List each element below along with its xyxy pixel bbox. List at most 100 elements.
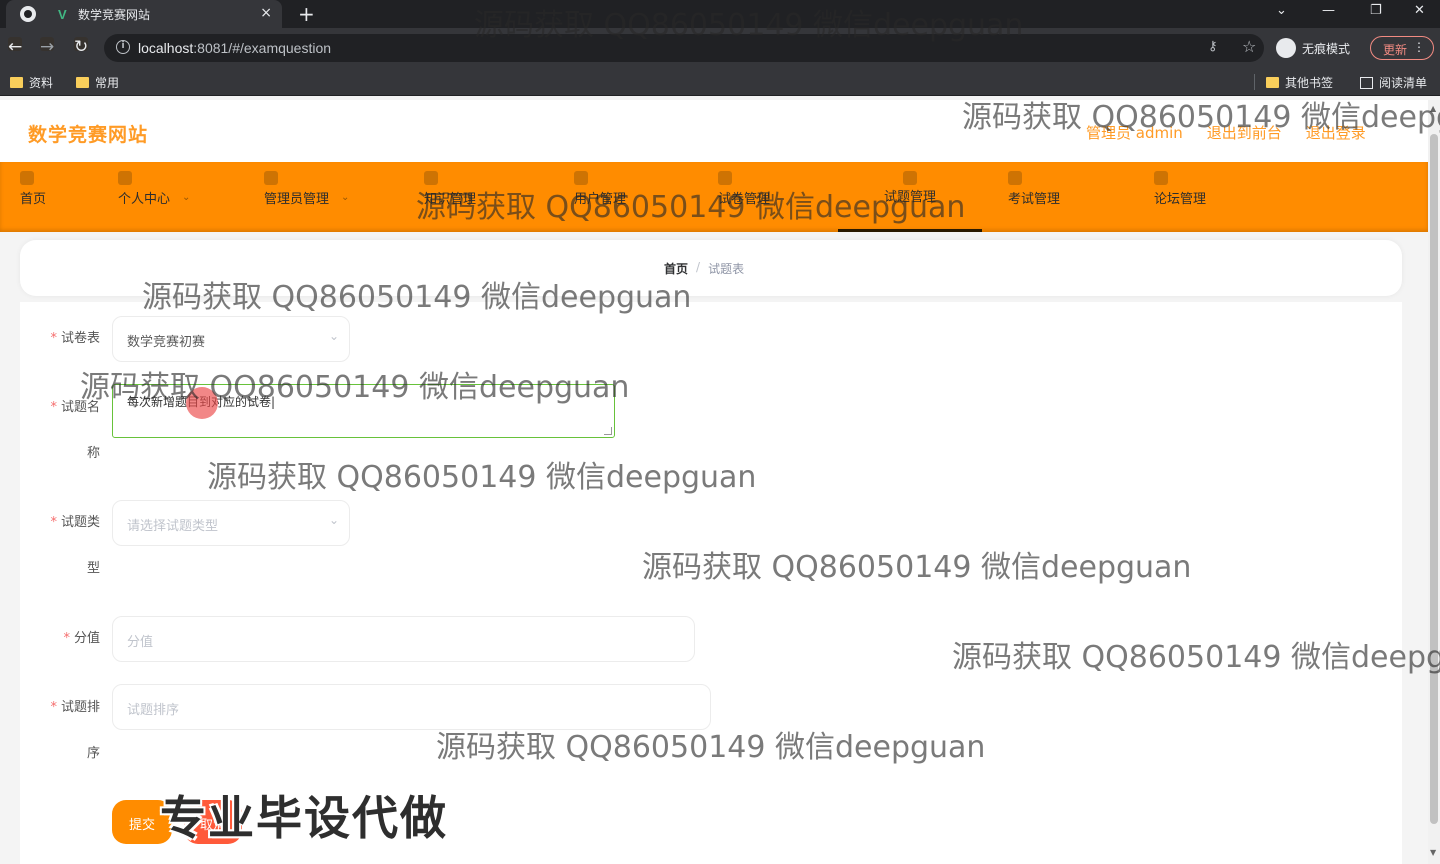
reading-list[interactable]: 阅读清单 <box>1360 74 1427 91</box>
breadcrumb-current: 试题表 <box>708 262 745 276</box>
nav-item-profile[interactable]: 个人中心 ⌄ <box>118 162 190 232</box>
browser-logo-icon <box>20 6 36 22</box>
scroll-thumb[interactable] <box>1430 134 1438 824</box>
other-bookmarks-label: 其他书签 <box>1285 76 1334 90</box>
tab-search-icon[interactable]: ⌄ <box>1276 3 1287 18</box>
paper-select[interactable]: 数学竞赛初赛 ⌄ <box>112 316 350 362</box>
nav-item-knowledge[interactable]: 知识管理 <box>424 162 476 232</box>
paper-label: * 试卷表 <box>50 331 100 346</box>
chevron-down-icon: ⌄ <box>182 191 191 203</box>
nav-item-papers[interactable]: 试卷管理 <box>718 162 770 232</box>
incognito-label: 无痕模式 <box>1302 41 1351 56</box>
site-header: 数学竞赛网站 管理员 admin 退出到前台 退出登录 <box>0 100 1428 162</box>
nav-label: 试卷管理 <box>718 191 771 207</box>
breadcrumb-separator: / <box>696 260 701 274</box>
nav-label: 用户管理 <box>574 191 627 207</box>
main-nav: 首页 个人中心 ⌄ 管理员管理 ⌄ 知识管理 用户管理 试卷管理 试题管理 考试… <box>0 162 1428 232</box>
update-button[interactable]: 更新 ⋮ <box>1370 36 1434 60</box>
restore-icon[interactable]: ❐ <box>1370 3 1382 18</box>
tab-close-icon[interactable]: × <box>260 5 272 21</box>
forward-icon[interactable]: → <box>40 37 54 57</box>
question-name-label: * 试题名 <box>50 400 100 415</box>
question-icon <box>903 171 917 185</box>
admin-user-label: 管理员 admin <box>1086 124 1183 142</box>
nav-item-users[interactable]: 用户管理 <box>574 162 626 232</box>
nav-item-home[interactable]: 首页 <box>20 162 46 232</box>
question-type-label: * 试题类 <box>50 515 100 530</box>
scroll-up-icon[interactable]: ▲ <box>1430 104 1436 113</box>
order-input[interactable]: 试题排序 <box>112 684 711 730</box>
paper-icon <box>718 171 732 185</box>
bookmark-divider <box>1254 74 1255 90</box>
breadcrumb-home[interactable]: 首页 <box>664 260 688 277</box>
nav-item-exams[interactable]: 考试管理 <box>1008 162 1060 232</box>
site-info-icon[interactable]: i <box>116 40 130 54</box>
nav-item-questions[interactable]: 试题管理 <box>838 162 982 232</box>
browser-tab[interactable]: V 数学竞赛网站 × <box>6 0 282 28</box>
url-field[interactable]: i localhost:8081/#/examquestion ⚷ ☆ <box>104 34 1264 62</box>
nav-label: 首页 <box>20 191 47 207</box>
admin-icon <box>264 171 278 185</box>
incognito-indicator[interactable]: 无痕模式 <box>1276 38 1350 58</box>
header-links: 管理员 admin 退出到前台 退出登录 <box>1086 122 1366 143</box>
order-label: * 试题排 <box>50 700 100 715</box>
question-type-placeholder: 请选择试题类型 <box>127 519 219 534</box>
bookmark-star-icon[interactable]: ☆ <box>1242 37 1256 56</box>
promo-banner-text: 专业毕设代做 <box>160 791 448 845</box>
url-text: localhost:8081/#/examquestion <box>138 40 332 56</box>
score-placeholder: 分值 <box>127 635 154 650</box>
user-icon <box>118 171 132 185</box>
chevron-down-icon: ⌄ <box>328 513 339 527</box>
to-front-link[interactable]: 退出到前台 <box>1207 122 1282 143</box>
folder-icon <box>1266 77 1279 88</box>
address-bar: ← → ↻ i localhost:8081/#/examquestion ⚷ … <box>0 28 1440 68</box>
score-input[interactable]: 分值 <box>112 616 695 662</box>
users-icon <box>574 171 588 185</box>
question-name-label-line2: 称 <box>86 446 100 461</box>
chevron-down-icon: ⌄ <box>328 329 339 343</box>
back-icon[interactable]: ← <box>8 37 22 57</box>
bookmark-folder-ziliao[interactable]: 资料 <box>10 74 53 91</box>
other-bookmarks[interactable]: 其他书签 <box>1266 74 1333 91</box>
close-window-icon[interactable]: ✕ <box>1414 3 1425 18</box>
folder-icon <box>76 77 89 88</box>
bookmarks-bar: 资料 常用 其他书签 阅读清单 <box>0 68 1440 96</box>
forum-icon <box>1154 171 1168 185</box>
nav-item-forum[interactable]: 论坛管理 <box>1154 162 1206 232</box>
paper-select-value: 数学竞赛初赛 <box>127 335 206 350</box>
nav-label: 知识管理 <box>424 191 477 207</box>
reload-icon[interactable]: ↻ <box>74 37 88 57</box>
breadcrumb-card: 首页 / 试题表 <box>20 240 1402 296</box>
page-viewport: 数学竞赛网站 管理员 admin 退出到前台 退出登录 首页 个人中心 ⌄ 管理… <box>0 100 1428 864</box>
reading-list-icon <box>1360 76 1373 89</box>
vue-favicon-icon: V <box>58 7 67 22</box>
scroll-down-icon[interactable]: ▼ <box>1430 848 1436 857</box>
question-type-select[interactable]: 请选择试题类型 ⌄ <box>112 500 350 546</box>
nav-label: 考试管理 <box>1008 191 1061 207</box>
chevron-down-icon: ⌄ <box>341 191 350 203</box>
page-scrollbar[interactable]: ▲ ▼ <box>1428 100 1440 864</box>
reading-list-label: 阅读清单 <box>1379 76 1428 90</box>
logout-link[interactable]: 退出登录 <box>1306 122 1366 143</box>
nav-label: 论坛管理 <box>1154 191 1207 207</box>
site-title: 数学竞赛网站 <box>28 124 149 146</box>
mouse-cursor-highlight <box>186 387 218 419</box>
minimize-icon[interactable]: — <box>1322 3 1335 18</box>
resize-grip-icon[interactable] <box>604 427 612 435</box>
nav-label: 个人中心 <box>118 191 171 207</box>
browser-tabstrip: V 数学竞赛网站 × + ⌄ — ❐ ✕ <box>0 0 1440 28</box>
breadcrumb: 首页 / 试题表 <box>664 260 744 277</box>
question-type-label-line2: 型 <box>86 561 100 576</box>
score-label: * 分值 <box>63 631 100 646</box>
nav-label: 管理员管理 <box>264 191 330 207</box>
new-tab-button[interactable]: + <box>298 2 315 26</box>
folder-icon <box>10 77 23 88</box>
book-icon <box>424 171 438 185</box>
exam-icon <box>1008 171 1022 185</box>
order-placeholder: 试题排序 <box>127 703 180 718</box>
password-key-icon[interactable]: ⚷ <box>1208 39 1218 54</box>
menu-dots-icon[interactable]: ⋮ <box>1413 40 1425 54</box>
bookmark-folder-changyong[interactable]: 常用 <box>76 74 119 91</box>
nav-item-admins[interactable]: 管理员管理 ⌄ <box>264 162 349 232</box>
home-icon <box>20 171 34 185</box>
